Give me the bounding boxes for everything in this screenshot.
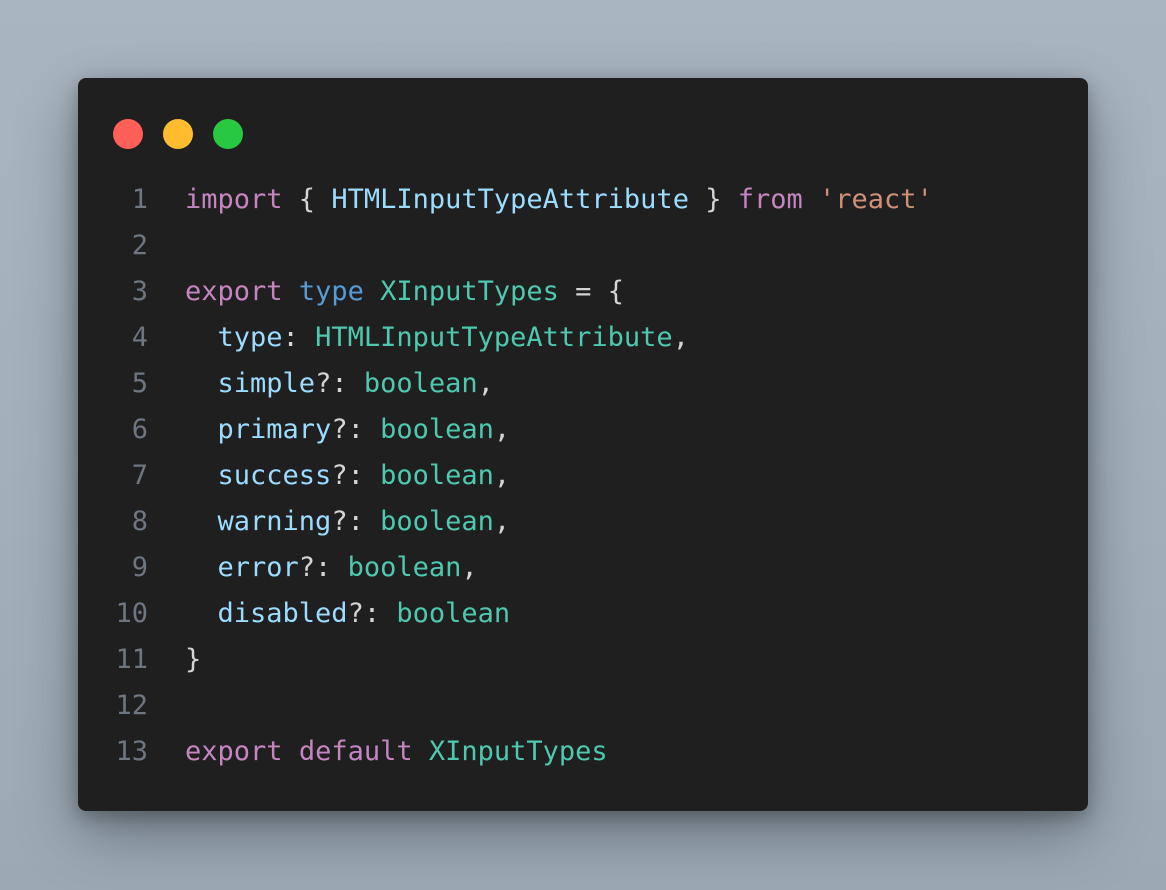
code-token-punctuation: } <box>688 184 738 215</box>
code-token-punctuation <box>185 552 218 583</box>
maximize-dot-icon[interactable] <box>213 119 243 149</box>
code-line: 5 simple?: boolean, <box>78 361 1088 407</box>
code-token-punctuation <box>283 736 299 767</box>
code-token-property: simple <box>217 368 316 399</box>
code-token-punctuation: ?: <box>331 506 381 537</box>
code-token-punctuation: , <box>493 506 511 537</box>
code-token-type: boolean <box>396 598 511 629</box>
code-token-punctuation: , <box>461 552 478 583</box>
code-line: 6 primary?: boolean, <box>78 407 1088 453</box>
code-token-property: success <box>217 460 332 491</box>
line-code: export type XInputTypes = { <box>185 269 624 315</box>
code-token-type: boolean <box>347 552 462 583</box>
line-number: 4 <box>131 322 148 353</box>
code-line: 10 disabled?: boolean <box>78 591 1088 637</box>
code-token-type: XInputTypes <box>380 276 559 307</box>
code-token-punctuation <box>803 184 819 215</box>
code-token-punctuation <box>283 276 299 307</box>
code-line: 7 success?: boolean, <box>78 453 1088 499</box>
code-token-keyword: default <box>298 736 413 767</box>
code-line: 8 warning?: boolean, <box>78 499 1088 545</box>
close-dot-icon[interactable] <box>113 119 143 149</box>
code-token-type-keyword: type <box>298 276 364 307</box>
line-number: 13 <box>115 736 148 767</box>
code-token-keyword: from <box>737 184 803 215</box>
line-number: 9 <box>131 552 148 583</box>
line-number: 11 <box>115 644 148 675</box>
code-token-property: HTMLInputTypeAttribute <box>331 184 689 215</box>
line-code: primary?: boolean, <box>185 407 511 453</box>
code-token-punctuation: ?: <box>331 414 381 445</box>
window-controls <box>113 119 243 149</box>
code-token-punctuation: } <box>185 644 202 675</box>
code-token-punctuation: ?: <box>315 368 364 399</box>
code-line: 11} <box>78 637 1088 683</box>
code-token-punctuation: : <box>282 322 316 353</box>
code-token-type: boolean <box>363 368 478 399</box>
line-code: } <box>185 637 201 683</box>
line-number: 1 <box>131 184 148 215</box>
line-code: warning?: boolean, <box>185 499 511 545</box>
code-token-punctuation: , <box>493 460 511 491</box>
line-code: export default XInputTypes <box>185 729 608 775</box>
code-token-punctuation: = { <box>558 276 624 307</box>
line-number: 3 <box>131 276 148 307</box>
line-code: error?: boolean, <box>185 545 478 591</box>
code-token-punctuation <box>185 506 218 537</box>
code-token-type: boolean <box>380 460 494 491</box>
code-token-property: warning <box>217 506 332 537</box>
minimize-dot-icon[interactable] <box>163 119 193 149</box>
code-token-punctuation <box>185 322 218 353</box>
code-token-punctuation <box>185 598 218 629</box>
code-line: 4 type: HTMLInputTypeAttribute, <box>78 315 1088 361</box>
code-token-punctuation <box>364 276 380 307</box>
line-code: success?: boolean, <box>185 453 511 499</box>
code-line: 13 export default XInputTypes <box>78 729 1088 775</box>
line-number: 2 <box>131 230 148 261</box>
line-number: 5 <box>131 368 148 399</box>
line-code: disabled?: boolean <box>185 591 511 637</box>
line-number: 12 <box>115 690 148 721</box>
code-token-keyword: export <box>185 276 283 307</box>
code-token-punctuation <box>413 736 429 767</box>
code-block: 1 import { HTMLInputTypeAttribute } from … <box>78 177 1088 775</box>
code-token-punctuation: , <box>672 322 689 353</box>
code-line: 3 export type XInputTypes = { <box>78 269 1088 315</box>
code-token-string: 'react' <box>819 184 933 215</box>
code-token-type: HTMLInputTypeAttribute <box>315 322 673 353</box>
code-token-punctuation: , <box>493 414 511 445</box>
code-token-punctuation: ?: <box>331 460 381 491</box>
line-code: simple?: boolean, <box>185 361 494 407</box>
code-token-property: primary <box>217 414 332 445</box>
code-line: 12 <box>78 683 1088 729</box>
code-window: 1 import { HTMLInputTypeAttribute } from … <box>78 78 1088 811</box>
code-token-keyword: export <box>185 736 283 767</box>
line-code: type: HTMLInputTypeAttribute, <box>185 315 689 361</box>
code-token-property: error <box>217 552 299 583</box>
line-number: 6 <box>131 414 148 445</box>
code-token-punctuation: ?: <box>298 552 348 583</box>
code-line: 2 <box>78 223 1088 269</box>
code-line: 9 error?: boolean, <box>78 545 1088 591</box>
code-token-punctuation <box>185 368 218 399</box>
code-token-property: type <box>217 322 283 353</box>
code-token-punctuation: ?: <box>347 598 397 629</box>
line-number: 10 <box>115 598 148 629</box>
code-token-punctuation <box>185 414 218 445</box>
code-token-type: XInputTypes <box>428 736 608 767</box>
code-token-property: disabled <box>217 598 348 629</box>
code-token-punctuation <box>185 460 218 491</box>
code-token-type: boolean <box>380 506 494 537</box>
line-number: 7 <box>131 460 148 491</box>
code-token-punctuation: , <box>477 368 494 399</box>
code-line: 1 import { HTMLInputTypeAttribute } from … <box>78 177 1088 223</box>
code-token-type: boolean <box>380 414 494 445</box>
code-token-keyword: import <box>185 184 283 215</box>
line-number: 8 <box>131 506 148 537</box>
line-code: import { HTMLInputTypeAttribute } from '… <box>185 177 933 223</box>
code-token-punctuation: { <box>282 184 332 215</box>
